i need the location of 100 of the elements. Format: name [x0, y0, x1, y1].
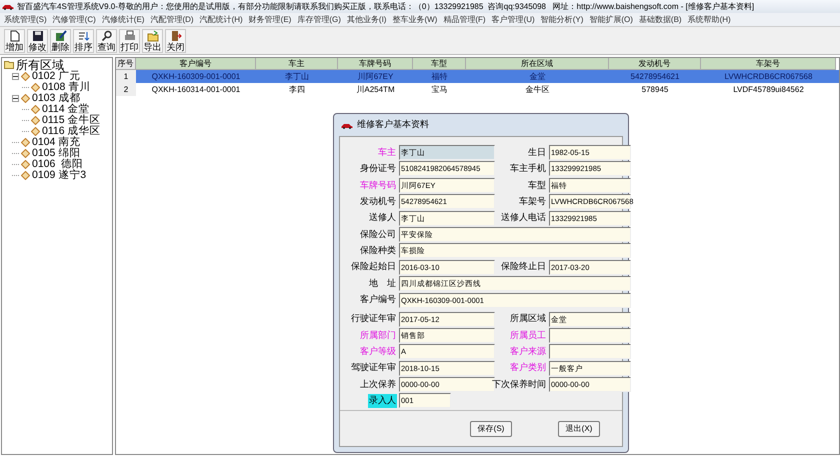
- field-label: 客户编号: [359, 293, 397, 306]
- column-header[interactable]: 车型: [413, 58, 466, 70]
- blank-page-icon: [8, 30, 20, 42]
- input-field[interactable]: [549, 328, 631, 343]
- toolbar-button[interactable]: 导出: [142, 28, 163, 52]
- tree-item[interactable]: 0116 成华区: [42, 126, 100, 137]
- car-icon: [341, 122, 353, 128]
- menu-item[interactable]: 汽配统计(H): [200, 14, 243, 26]
- menu-item[interactable]: 智能扩展(O): [589, 14, 633, 26]
- column-header[interactable]: 所在区域: [466, 58, 609, 70]
- field-label: 所属部门: [359, 328, 397, 342]
- column-header[interactable]: 车主: [256, 58, 338, 70]
- field-label: 车主手机: [509, 162, 547, 176]
- field-label: 生日: [527, 146, 547, 159]
- dialog-button[interactable]: 保存(S): [470, 420, 512, 436]
- tree-item[interactable]: 0103 成都: [32, 93, 80, 104]
- field-label: 客户来源: [509, 345, 547, 358]
- menu-item[interactable]: 精品管理(F): [443, 14, 486, 26]
- toolbar-button[interactable]: 增加: [4, 28, 25, 52]
- menu-item[interactable]: 整车业务(W): [392, 14, 438, 26]
- table-cell-text: 川阿67EY: [356, 71, 394, 83]
- printer-icon: [124, 30, 136, 42]
- field-label: 所属员工: [509, 328, 547, 342]
- tree-item[interactable]: 0105 绵阳: [32, 148, 80, 159]
- tree-item[interactable]: 0102 广元: [32, 71, 80, 82]
- tree-item[interactable]: 0109 遂宁3: [32, 170, 86, 181]
- toolbar-button[interactable]: 排序: [73, 28, 94, 52]
- table-cell-text: 578945: [640, 84, 670, 96]
- table-cell-text: 金堂: [528, 71, 546, 83]
- menu-item[interactable]: 汽配管理(D): [150, 14, 194, 26]
- tree-item[interactable]: 0104 南充: [32, 137, 80, 148]
- field-label: 驾驶证年审: [350, 361, 397, 374]
- toolbar-button[interactable]: 查询: [96, 28, 117, 52]
- table-cell-text: LVDF45789ui84562: [732, 84, 805, 96]
- field-label: 保险终止日: [500, 260, 547, 274]
- window-title: 智百盛汽车4S管理系统V9.0-尊敬的用户：您使用的是试用版，有部分功能限制请联系我们购买正版，联系电话：（0）13329921985 咨询qq:9345098 网址：http://www.baishengsoft.com - [维修客户基本资料]: [17, 1, 754, 12]
- table-cell-text: QXKH-160314-001-0001: [150, 84, 242, 96]
- menu-item[interactable]: 财务管理(E): [248, 14, 292, 26]
- table-cell-text: QXKH-160309-001-0001: [150, 71, 242, 83]
- dialog-title: 维修客户基本资料: [357, 118, 429, 132]
- car-icon: [2, 3, 14, 10]
- field-label: 身份证号: [359, 162, 397, 176]
- field-label: 车牌号码: [359, 178, 397, 192]
- field-label: 送修人: [368, 211, 397, 224]
- field-label: 录入人: [368, 394, 397, 408]
- toolbar-button[interactable]: 打印: [119, 28, 140, 52]
- tree-item[interactable]: 0115 金牛区: [42, 115, 100, 126]
- column-header[interactable]: 序号: [116, 58, 136, 70]
- table-cell-text: 福特: [430, 71, 448, 83]
- field-label: 车型: [527, 178, 547, 192]
- table-cell: 1: [116, 70, 136, 83]
- field-label: 保险起始日: [350, 260, 397, 274]
- field-label: 保险种类: [359, 244, 397, 258]
- tree-item[interactable]: 0106 德阳: [32, 159, 84, 170]
- tree-toggle[interactable]: [12, 73, 19, 80]
- tree-item[interactable]: 0114 金堂: [42, 104, 90, 115]
- column-header[interactable]: 车架号: [701, 58, 836, 70]
- field-label: 上次保养: [359, 378, 397, 391]
- field-label: 客户类别: [509, 361, 547, 374]
- column-header[interactable]: 车牌号码: [338, 58, 413, 70]
- table-cell-text: 54278954621: [630, 71, 680, 83]
- menu-item[interactable]: 客户管理(U): [492, 14, 535, 26]
- tree-item[interactable]: 0108 青川: [42, 82, 90, 93]
- toolbar-button[interactable]: 删除: [50, 28, 71, 52]
- field-label: 所属区域: [509, 312, 547, 326]
- menu-item[interactable]: 系统帮助(H): [688, 14, 731, 26]
- exit-door-icon: [170, 30, 182, 42]
- folder-icon: [4, 61, 14, 69]
- tree-item[interactable]: 所有区域: [16, 59, 64, 71]
- toolbar-button[interactable]: 修改: [27, 28, 48, 52]
- menu-item[interactable]: 库存管理(G): [297, 14, 341, 26]
- table-cell: 2: [116, 83, 136, 96]
- input-field[interactable]: [549, 344, 631, 360]
- menu-item[interactable]: 系统管理(S): [4, 14, 47, 26]
- table-cell-text: 李丁山: [284, 71, 310, 83]
- field-label: 发动机号: [359, 194, 397, 208]
- field-label: 车主: [377, 146, 397, 159]
- menu-item[interactable]: 其他业务(I): [346, 14, 386, 26]
- field-label: 客户等级: [359, 345, 397, 358]
- menu-item[interactable]: 汽修统计(E): [102, 14, 144, 26]
- dialog-button[interactable]: 退出(X): [558, 420, 600, 436]
- toolbar-button[interactable]: 关闭: [165, 28, 186, 52]
- field-label: 保险公司: [359, 228, 397, 241]
- folder-arrow-icon: [146, 30, 158, 42]
- field-label: 送修人电话: [500, 211, 547, 224]
- table-cell-text: LVWHCRDB6CR067568: [724, 71, 814, 83]
- table-cell-text: 金牛区: [524, 84, 550, 96]
- column-header[interactable]: 客户编号: [136, 58, 256, 70]
- sort-arrows-icon: [78, 30, 90, 42]
- table-cell-text: 宝马: [430, 84, 448, 96]
- pencil-page-icon: [54, 30, 66, 42]
- field-label: 地 址: [368, 276, 397, 290]
- field-label: 车架号: [518, 194, 547, 208]
- menu-item[interactable]: 智能分析(Y): [540, 14, 584, 26]
- menu-item[interactable]: 汽修管理(C): [52, 14, 96, 26]
- field-label: 行驶证年审: [350, 312, 397, 326]
- menu-item[interactable]: 基础数据(B): [638, 14, 682, 26]
- table-row[interactable]: 1 QXKH-160309-001-0001 李丁山 川阿67EY 福特 金堂 54278954621 LVWHCRDB6CR067568: [116, 70, 839, 83]
- column-header[interactable]: 发动机号: [609, 58, 701, 70]
- tree-toggle[interactable]: [12, 95, 19, 102]
